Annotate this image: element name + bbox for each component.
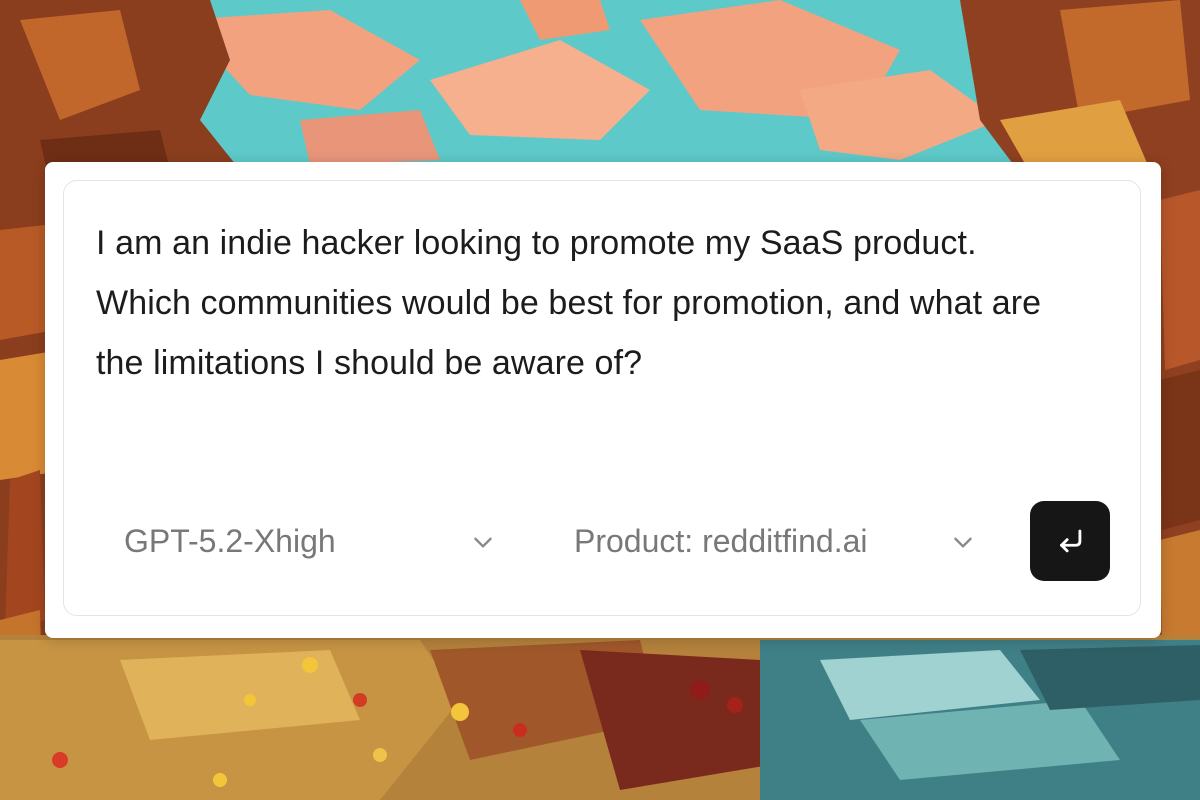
product-select-value: Product: redditfind.ai (574, 522, 868, 559)
product-select[interactable]: Product: redditfind.ai (574, 501, 984, 581)
chevron-down-icon (954, 537, 972, 548)
app-canvas: I am an indie hacker looking to promote … (0, 0, 1200, 800)
chevron-down-icon (474, 537, 492, 548)
model-select[interactable]: GPT-5.2-Xhigh (124, 501, 504, 581)
prompt-composer: I am an indie hacker looking to promote … (63, 180, 1141, 616)
prompt-input[interactable]: I am an indie hacker looking to promote … (96, 213, 1056, 393)
composer-controls: GPT-5.2-Xhigh Product: redditfind.ai (64, 501, 1140, 581)
enter-return-icon (1060, 529, 1082, 553)
model-select-value: GPT-5.2-Xhigh (124, 522, 336, 559)
submit-button[interactable] (1030, 501, 1110, 581)
prompt-card: I am an indie hacker looking to promote … (45, 162, 1161, 638)
